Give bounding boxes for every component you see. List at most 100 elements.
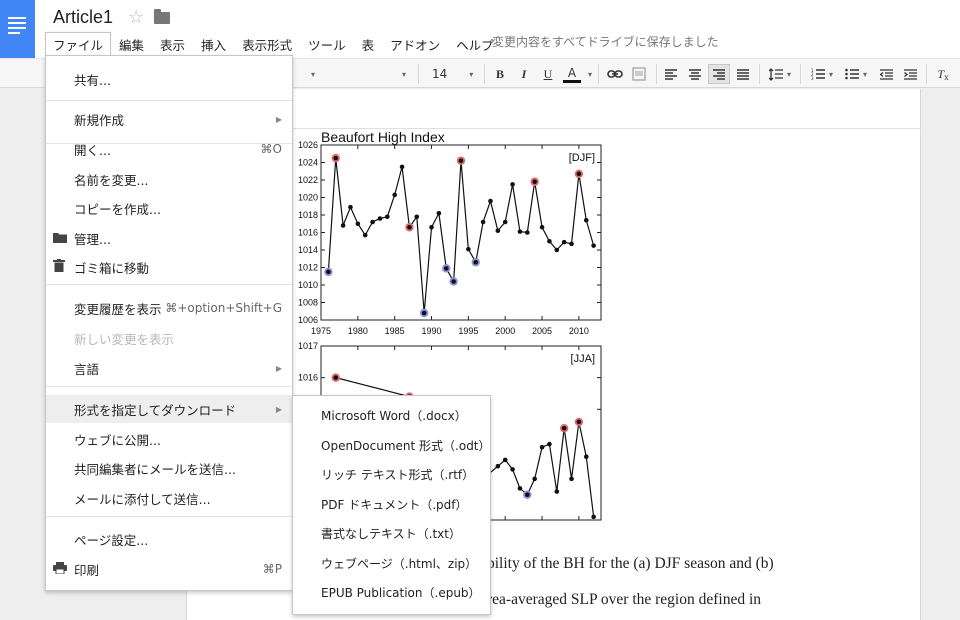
comment-icon[interactable] — [628, 64, 650, 84]
file-menu-item-language[interactable]: 言語 ▶ — [46, 354, 292, 382]
body-text-line-1[interactable]: bility of the BH for the (a) DJF season … — [487, 555, 774, 573]
data-point — [583, 454, 589, 460]
download-option-odt[interactable]: OpenDocument 形式（.odt） — [293, 431, 491, 460]
file-menu-item-label: ゴミ箱に移動 — [74, 260, 150, 276]
star-icon[interactable]: ☆ — [128, 7, 144, 28]
menu-view[interactable]: 表示 — [152, 33, 193, 56]
file-menu-item-label: 印刷 — [74, 562, 100, 578]
menubar: ファイル 編集 表示 挿入 表示形式 ツール 表 アドオン ヘルプ — [45, 32, 502, 56]
file-menu-item-revision-history[interactable]: 変更履歴を表示 ⌘+option+Shift+G — [46, 294, 292, 322]
body-text-line-2[interactable]: rea-averaged SLP over the region defined… — [487, 591, 761, 609]
file-menu-item-rename[interactable]: 名前を変更... — [46, 165, 292, 193]
header: Article1 ☆ ファイル 編集 表示 挿入 表示形式 ツール 表 アドオン… — [0, 0, 960, 58]
file-menu-item-label: 変更履歴を表示 — [74, 301, 162, 317]
docs-home-icon[interactable] — [0, 0, 35, 58]
menu-file[interactable]: ファイル — [45, 32, 112, 56]
file-menu-item-download-as[interactable]: 形式を指定してダウンロード ▶ — [46, 395, 292, 423]
clear-formatting-icon[interactable]: Tx — [932, 64, 954, 84]
file-menu-item-move-to-trash[interactable]: ゴミ箱に移動 — [46, 253, 292, 281]
align-justify-icon[interactable] — [733, 64, 753, 84]
menu-tools[interactable]: ツール — [300, 33, 354, 56]
data-point — [532, 476, 537, 482]
folder-icon[interactable] — [154, 9, 170, 24]
menu-edit[interactable]: 編集 — [111, 33, 152, 56]
download-option-docx[interactable]: Microsoft Word（.docx） — [293, 401, 490, 430]
download-option-epub[interactable]: EPUB Publication（.epub） — [293, 578, 490, 607]
data-point — [576, 171, 582, 177]
font-dropdown-chevron-icon[interactable]: ▾ — [392, 64, 412, 84]
data-point — [333, 155, 339, 161]
data-point — [561, 425, 567, 431]
numbered-list-icon[interactable]: 123 ▾ — [806, 64, 838, 84]
align-center-icon[interactable] — [685, 64, 705, 84]
x-tick-label: 1985 — [385, 326, 405, 336]
data-point — [377, 216, 383, 221]
italic-button[interactable]: I — [514, 64, 534, 84]
style-dropdown-chevron-icon[interactable]: ▾ — [300, 64, 322, 84]
decrease-indent-icon[interactable] — [876, 64, 896, 84]
y-tick-label: 1014 — [298, 245, 318, 255]
x-tick-label: 2010 — [569, 326, 589, 336]
y-tick-label: 1012 — [298, 263, 318, 273]
data-point — [532, 179, 537, 185]
menu-insert[interactable]: 挿入 — [193, 33, 234, 56]
data-point — [495, 463, 501, 469]
file-menu-item-print[interactable]: 印刷 ⌘P — [46, 555, 292, 583]
data-point — [473, 259, 479, 265]
file-menu-item-shortcut: ⌘P — [262, 562, 282, 576]
y-tick-label: 1006 — [298, 315, 318, 325]
file-menu-item-organize[interactable]: 管理... — [46, 224, 292, 252]
x-tick-label: 1980 — [348, 326, 368, 336]
file-menu-item-make-copy[interactable]: コピーを作成... — [46, 194, 292, 222]
text-color-bar — [563, 79, 581, 83]
data-point — [451, 279, 456, 284]
file-menu-item-publish-to-web[interactable]: ウェブに公開... — [46, 425, 292, 453]
font-size-select[interactable]: 14 ▾ — [425, 64, 480, 84]
increase-indent-icon[interactable] — [900, 64, 920, 84]
menu-format[interactable]: 表示形式 — [234, 33, 300, 56]
file-menu-item-share[interactable]: 共有... — [46, 65, 292, 93]
data-point — [569, 241, 574, 247]
data-point — [547, 238, 552, 244]
data-point — [539, 444, 545, 450]
menu-separator — [46, 386, 292, 387]
bold-button[interactable]: B — [490, 64, 510, 84]
save-status: 変更内容をすべてドライブに保存しました — [492, 35, 719, 49]
document-title[interactable]: Article1 — [53, 7, 113, 28]
file-menu-item-email-as-attachment[interactable]: メールに添付して送信... — [46, 484, 292, 512]
download-option-rtf[interactable]: リッチ テキスト形式（.rtf） — [293, 460, 490, 489]
file-menu-item-open[interactable]: 開く... ⌘O — [46, 135, 292, 163]
file-menu-item-label: ページ設定... — [74, 532, 149, 548]
menu-addons[interactable]: アドオン — [382, 33, 448, 56]
data-point — [488, 198, 493, 204]
text-color-chevron-icon[interactable]: ▾ — [582, 64, 594, 84]
file-menu-item-label: ウェブに公開... — [74, 432, 161, 448]
download-option-html-zip[interactable]: ウェブページ（.html、zip） — [293, 549, 490, 578]
font-size-value: 14 — [432, 67, 448, 81]
data-point — [466, 246, 471, 252]
file-menu-item-label: 共同編集者にメールを送信... — [74, 461, 236, 477]
data-point — [407, 224, 412, 230]
bulleted-list-icon[interactable]: ▾ — [840, 64, 872, 84]
download-option-txt[interactable]: 書式なしテキスト（.txt） — [293, 519, 490, 548]
link-icon[interactable] — [604, 64, 626, 84]
align-left-icon[interactable] — [661, 64, 681, 84]
text-color-button[interactable]: A — [562, 64, 582, 84]
menu-table[interactable]: 表 — [354, 33, 383, 56]
submenu-arrow-icon: ▶ — [275, 404, 282, 414]
data-point — [517, 229, 523, 234]
align-right-icon[interactable] — [708, 64, 730, 84]
file-menu-item-email-collaborators[interactable]: 共同編集者にメールを送信... — [46, 454, 292, 482]
data-point — [399, 164, 405, 170]
line-spacing-icon[interactable]: ▾ — [765, 64, 795, 84]
printer-icon — [53, 561, 67, 577]
file-menu-item-new[interactable]: 新規作成 ▶ — [46, 105, 292, 133]
file-menu-item-label: 共有... — [74, 72, 111, 88]
y-tick-label: 1008 — [298, 298, 318, 308]
underline-button[interactable]: U — [538, 64, 558, 84]
y-tick-label: 1026 — [298, 140, 318, 150]
data-point — [554, 247, 560, 253]
file-menu-item-page-setup[interactable]: ページ設定... — [46, 525, 292, 553]
file-menu-item-label: 管理... — [74, 231, 111, 247]
download-option-pdf[interactable]: PDF ドキュメント（.pdf） — [293, 490, 490, 519]
